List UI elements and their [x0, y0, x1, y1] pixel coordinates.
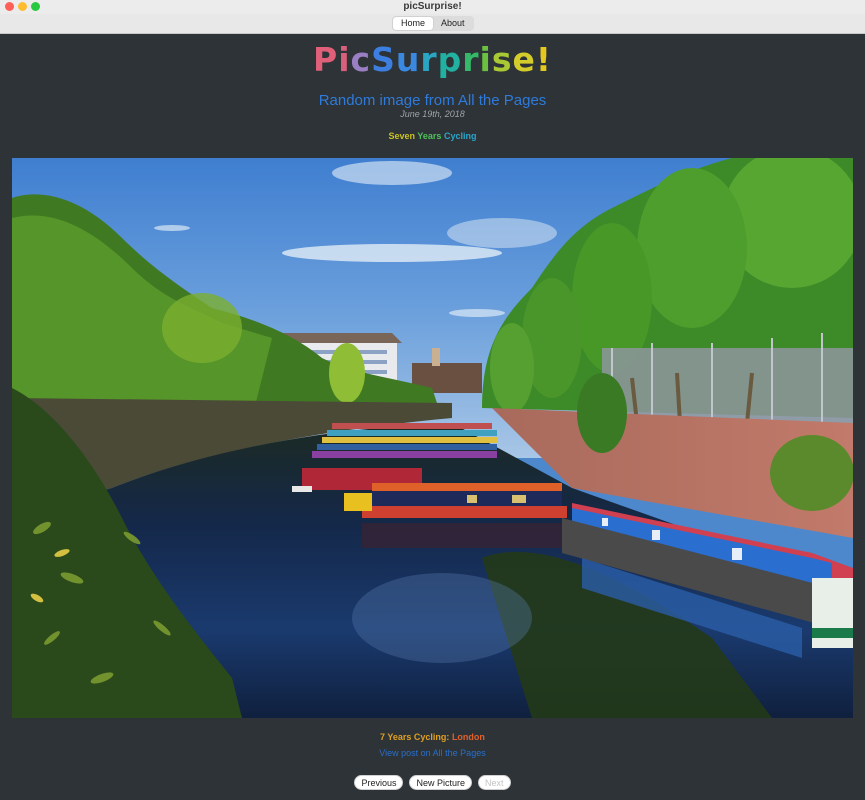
chimney: [432, 348, 440, 366]
page-subtitle: Random image from All the Pages: [318, 92, 547, 109]
series-title: Seven Years Cycling: [2, 131, 863, 141]
narrowboats-distant: [312, 423, 497, 458]
logo-letter: u: [395, 40, 421, 79]
previous-button[interactable]: Previous: [354, 775, 404, 790]
logo-letter: r: [462, 40, 480, 79]
photo-illustration: [12, 158, 853, 718]
next-button: Next: [478, 775, 511, 790]
series-word-3: Cycling: [443, 131, 477, 141]
cloud: [449, 309, 505, 317]
app-window: picSurprise! Home About PicSurprise! Ran…: [0, 0, 865, 800]
logo-letter: P: [313, 40, 339, 79]
logo-letter: p: [437, 40, 463, 79]
photo-navigation: Previous New Picture Next: [2, 775, 863, 790]
orange-blue-narrowboat: [362, 483, 567, 518]
logo-letter: S: [371, 40, 396, 79]
view-post-link[interactable]: View post on All the Pages: [2, 748, 863, 758]
page-tabs: Home About: [392, 16, 474, 31]
cloud: [447, 218, 557, 248]
caption-place[interactable]: London: [452, 732, 485, 742]
caption-series: 7 Years Cycling:: [380, 732, 450, 742]
apartment-roof: [282, 333, 402, 343]
logo-letter: !: [535, 40, 552, 79]
window-title: picSurprise!: [403, 1, 462, 12]
cloud: [282, 244, 502, 262]
cloud: [154, 225, 190, 231]
main-content: PicSurprise! Random image from All the P…: [2, 35, 863, 800]
logo-letter: r: [420, 40, 438, 79]
tab-home[interactable]: Home: [393, 17, 434, 30]
logo-letter: i: [338, 40, 351, 79]
logo-letter: i: [479, 40, 492, 79]
random-photo: [12, 158, 853, 718]
title-bar: picSurprise!: [0, 0, 865, 14]
logo-letter: c: [350, 40, 372, 79]
series-word-2: Years: [417, 131, 442, 141]
new-picture-button[interactable]: New Picture: [409, 775, 472, 790]
logo-letter: s: [491, 40, 513, 79]
logo-letter: e: [512, 40, 536, 79]
photo-caption: 7 Years Cycling: London: [2, 732, 863, 742]
tab-about[interactable]: About: [433, 17, 473, 30]
app-logo: PicSurprise!: [2, 35, 863, 85]
wall-bush: [770, 435, 853, 511]
toolbar: Home About: [0, 14, 865, 34]
series-word-1: Seven: [388, 131, 416, 141]
post-date: June 19th, 2018: [400, 109, 465, 119]
cloud: [332, 161, 452, 185]
